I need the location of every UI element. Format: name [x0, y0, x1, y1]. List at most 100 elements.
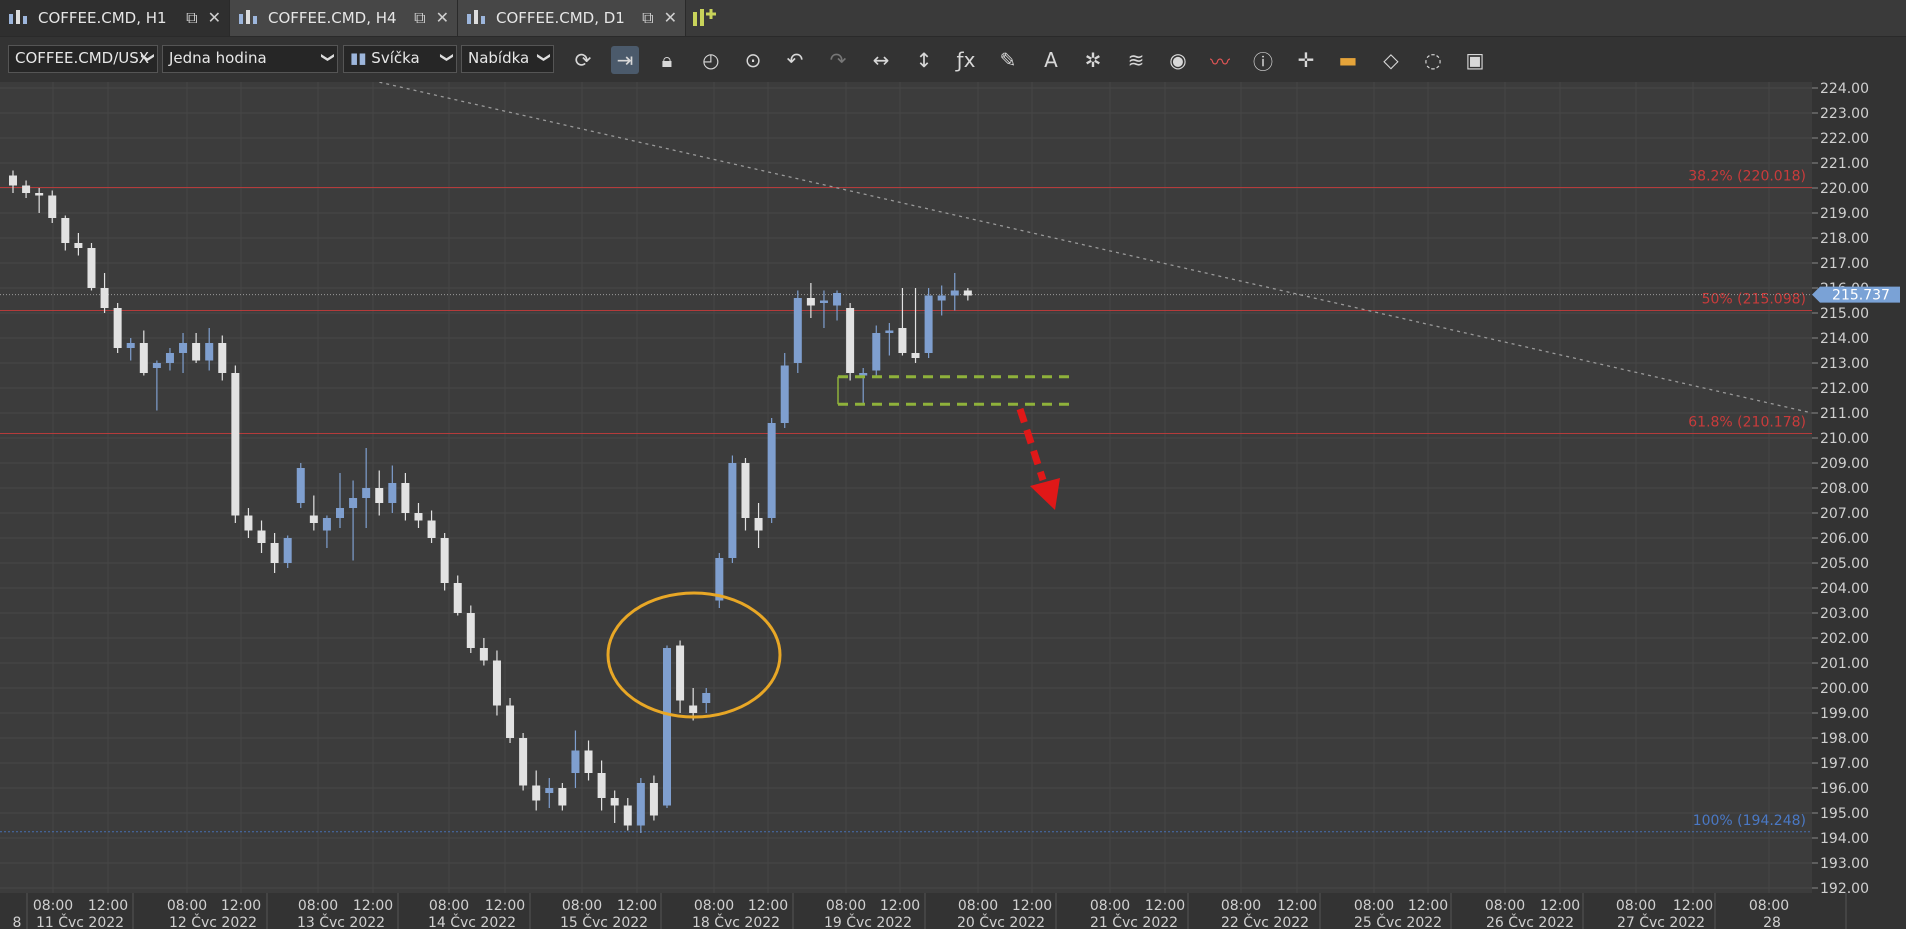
candle-body[interactable] [558, 788, 567, 806]
close-icon[interactable]: ✕ [208, 8, 221, 28]
close-icon[interactable]: ✕ [436, 8, 449, 28]
candle-body[interactable] [192, 343, 201, 361]
crosshair-icon[interactable]: ✛ [1292, 46, 1320, 74]
candle-body[interactable] [440, 538, 449, 583]
candle-body[interactable] [872, 333, 881, 371]
candle-body[interactable] [545, 788, 554, 793]
candle-body[interactable] [179, 343, 188, 353]
tab-coffee-h4[interactable]: COFFEE.CMD, H4 ⧉ ✕ [230, 0, 458, 36]
candle-body[interactable] [571, 750, 580, 774]
candle-body[interactable] [100, 288, 109, 308]
candle-body[interactable] [597, 773, 606, 798]
price-side-select[interactable]: Nabídka ❯ [461, 45, 554, 73]
tab-coffee-d1[interactable]: COFFEE.CMD, D1 ⧉ ✕ [458, 0, 686, 36]
tab-coffee-h1[interactable]: COFFEE.CMD, H1 ⧉ ✕ [0, 0, 230, 36]
candle-body[interactable] [819, 300, 828, 304]
save-icon[interactable]: ▣ [1461, 46, 1489, 74]
candle-body[interactable] [336, 508, 344, 518]
candle-body[interactable] [453, 583, 462, 613]
candle-body[interactable] [35, 193, 44, 196]
candle-body[interactable] [270, 543, 279, 563]
zoom-fit-icon[interactable]: ⊙ [739, 46, 767, 74]
candle-body[interactable] [663, 648, 671, 806]
add-chart-icon[interactable] [690, 6, 716, 30]
candle-body[interactable] [309, 515, 318, 524]
candle-body[interactable] [362, 488, 371, 498]
candle-body[interactable] [22, 185, 31, 194]
candle-body[interactable] [767, 423, 776, 518]
candle-body[interactable] [623, 805, 632, 826]
candle-body[interactable] [113, 308, 122, 348]
color-bar-icon[interactable]: ▬ [1334, 46, 1362, 74]
horizontal-resize-icon[interactable]: ↔ [867, 46, 895, 74]
candle-body[interactable] [636, 783, 645, 826]
candle-body[interactable] [283, 538, 292, 563]
pencil-icon[interactable]: ✎ [994, 46, 1022, 74]
lock-icon[interactable]: 🔒︎ [653, 46, 681, 74]
candle-body[interactable] [349, 498, 358, 508]
candle-body[interactable] [479, 648, 488, 661]
redo-icon[interactable]: ↷ [824, 46, 852, 74]
candle-body[interactable] [911, 353, 920, 358]
info-icon[interactable]: ⓘ [1249, 46, 1277, 74]
chart-canvas[interactable]: 224.00 223.00 222.00 221.00 220.00 219.00 218.… [0, 82, 1906, 929]
detach-icon[interactable]: ⧉ [642, 8, 653, 28]
candle-body[interactable] [610, 798, 619, 806]
candle-body[interactable] [388, 483, 397, 503]
candle-body[interactable] [61, 218, 70, 243]
candle-body[interactable] [780, 365, 789, 424]
paint-bucket-icon[interactable]: ◇ [1377, 46, 1405, 74]
candle-body[interactable] [126, 343, 135, 348]
instrument-select[interactable]: COFFEE.CMD/USX ❯ [8, 45, 158, 73]
candle-body[interactable] [244, 515, 253, 531]
candle-body[interactable] [414, 513, 423, 521]
candle-body[interactable] [924, 295, 933, 354]
candle-body[interactable] [898, 328, 907, 353]
candle-body[interactable] [937, 295, 946, 301]
zoom-time-icon[interactable]: ◴ [697, 46, 725, 74]
candle-body[interactable] [963, 290, 972, 296]
eye-icon[interactable]: ◉ [1164, 46, 1192, 74]
candle-body[interactable] [519, 738, 528, 786]
pattern-icon[interactable]: ✲ [1079, 46, 1107, 74]
settings-cycle-icon[interactable]: ◌ [1419, 46, 1447, 74]
candle-body[interactable] [793, 298, 802, 363]
candle-body[interactable] [87, 248, 96, 288]
candle-body[interactable] [676, 645, 685, 701]
candle-body[interactable] [492, 660, 501, 706]
candle-body[interactable] [218, 343, 227, 373]
candle-body[interactable] [152, 363, 161, 368]
detach-icon[interactable]: ⧉ [186, 8, 197, 28]
layers-icon[interactable]: ≋ [1122, 46, 1150, 74]
candle-body[interactable] [205, 343, 214, 361]
candle-body[interactable] [506, 705, 515, 739]
candle-body[interactable] [702, 693, 711, 703]
candle-body[interactable] [427, 520, 436, 539]
candle-body[interactable] [9, 175, 17, 186]
candle-body[interactable] [741, 463, 750, 518]
candle-body[interactable] [728, 463, 737, 558]
undo-icon[interactable]: ↶ [781, 46, 809, 74]
candle-body[interactable] [257, 530, 266, 544]
candle-body[interactable] [296, 468, 305, 503]
detach-icon[interactable]: ⧉ [414, 8, 425, 28]
candle-body[interactable] [754, 518, 763, 531]
trend-icon[interactable]: 〰 [1206, 46, 1234, 74]
candle-body[interactable] [48, 195, 57, 219]
candle-body[interactable] [139, 343, 148, 373]
candle-body[interactable] [689, 705, 698, 714]
candle-body[interactable] [466, 613, 475, 648]
candle-body[interactable] [859, 373, 868, 376]
candle-body[interactable] [846, 308, 855, 373]
candle-body[interactable] [165, 353, 174, 363]
candle-body[interactable] [833, 293, 842, 306]
chart-type-select[interactable]: ▮▮ Svíčka ❯ [343, 45, 457, 73]
candle-body[interactable] [950, 290, 959, 296]
indicators-fx-icon[interactable]: ƒx [952, 46, 980, 74]
text-tool-icon[interactable]: A [1037, 46, 1065, 74]
close-icon[interactable]: ✕ [664, 8, 677, 28]
candle-body[interactable] [322, 518, 331, 531]
candle-body[interactable] [806, 298, 815, 306]
candle-body[interactable] [401, 483, 410, 513]
candle-body[interactable] [532, 785, 541, 801]
